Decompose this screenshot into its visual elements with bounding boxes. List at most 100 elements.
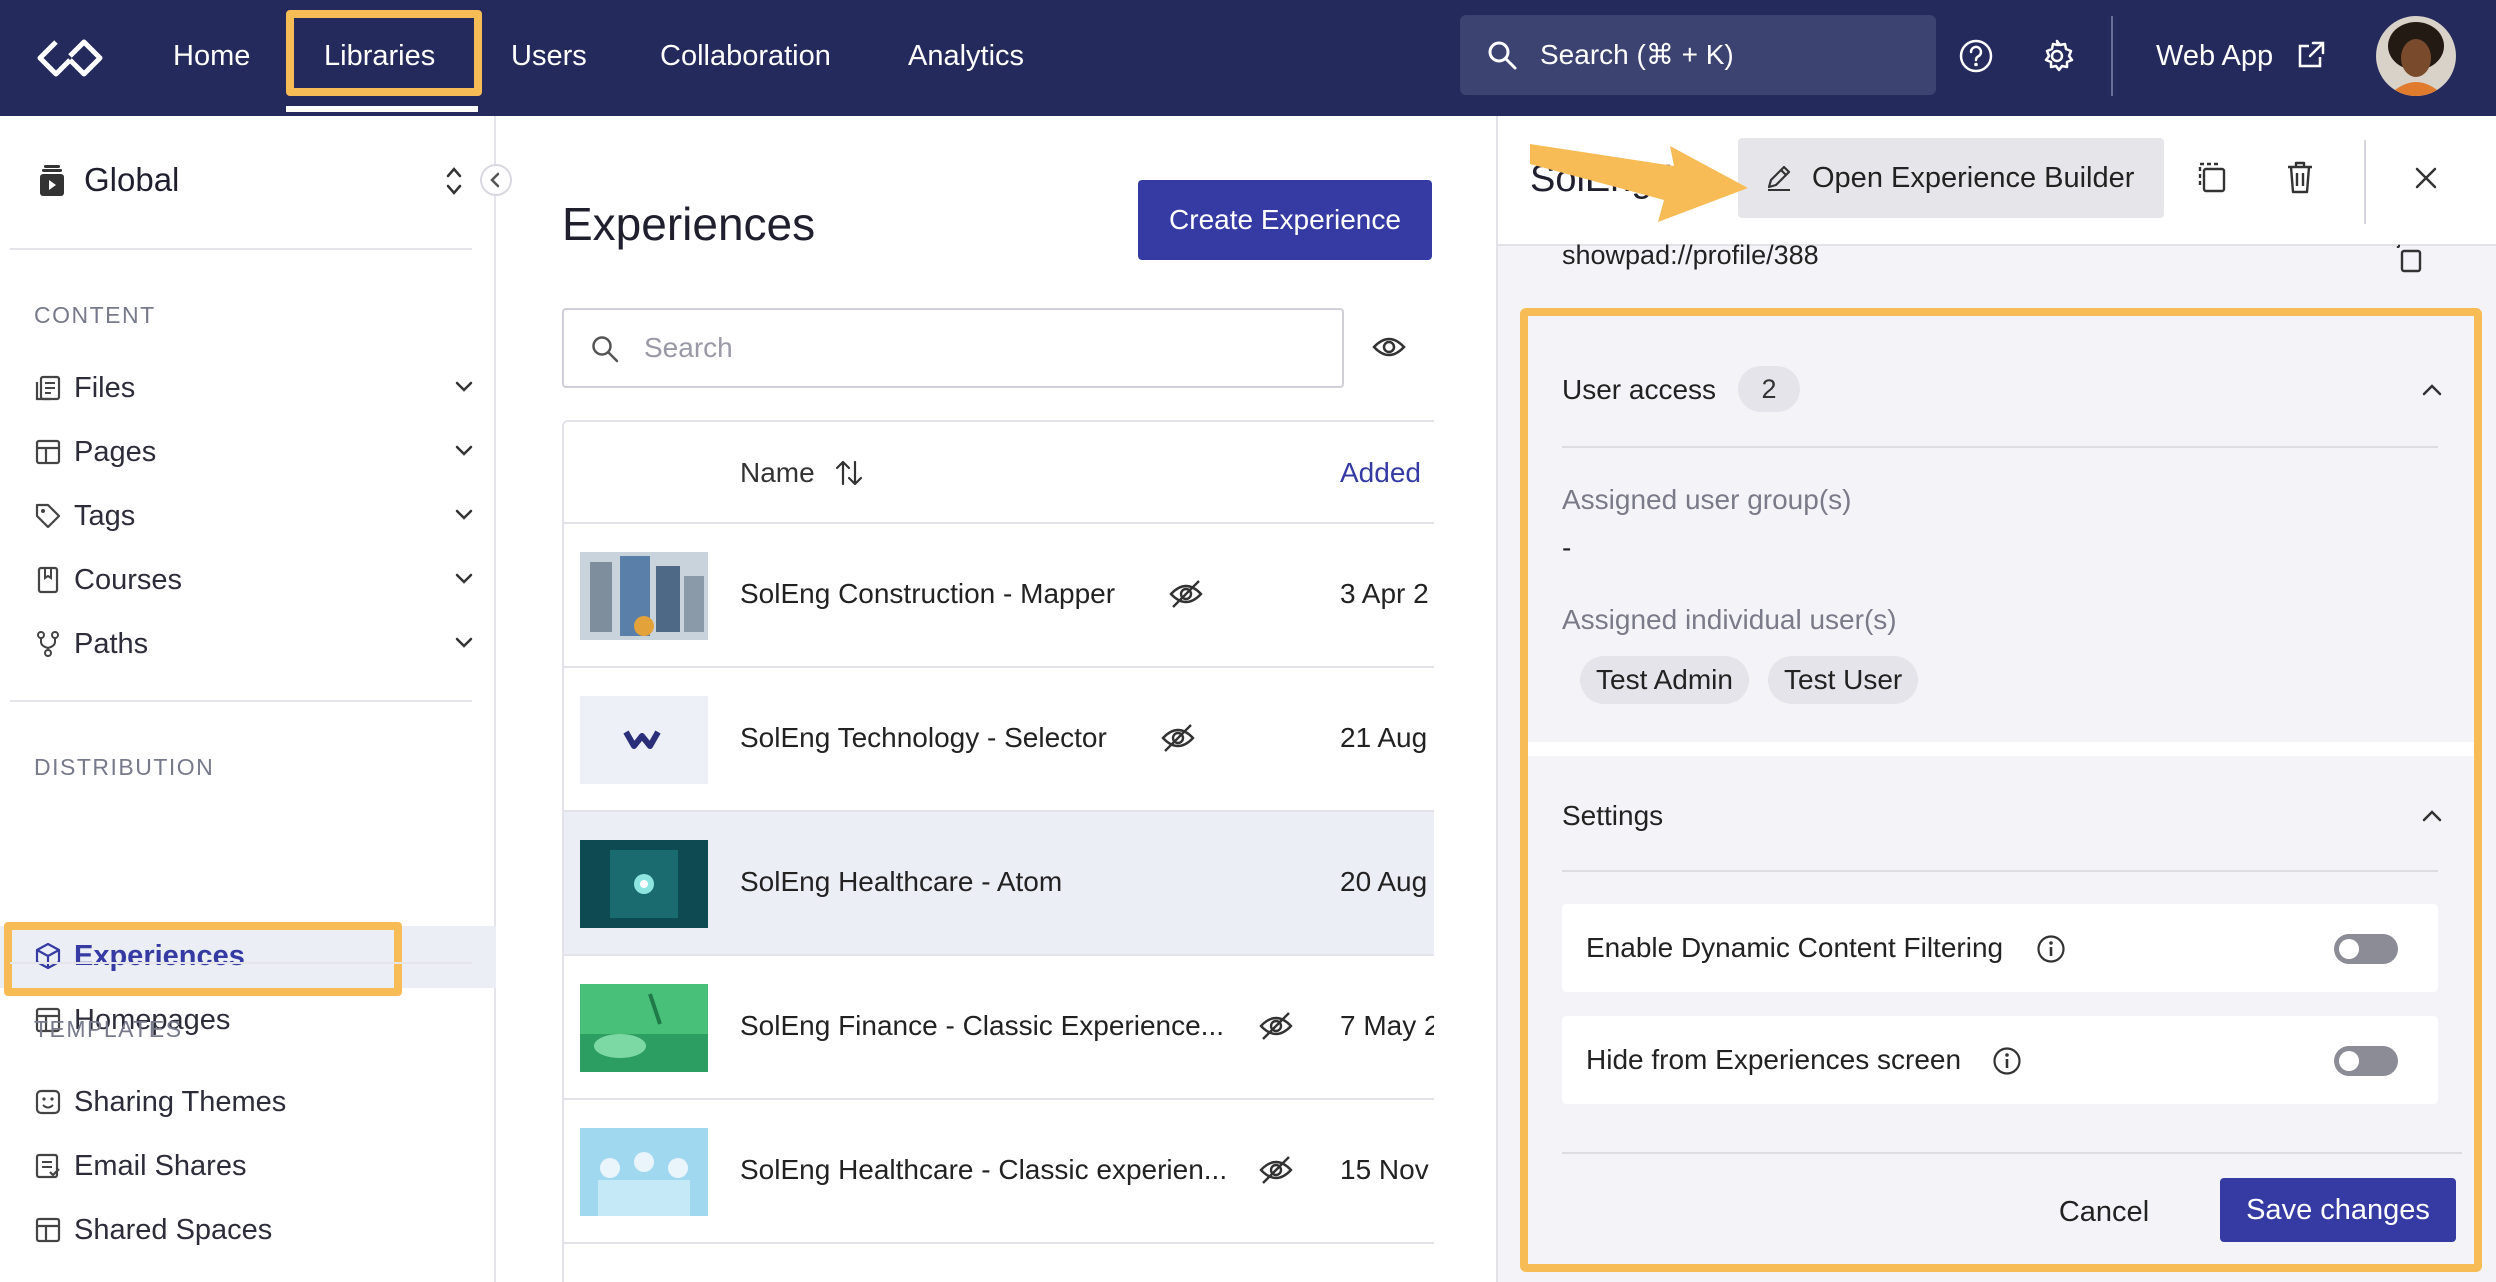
chevron-down-icon[interactable] [454,508,474,522]
sidebar-item-label: Pages [74,436,157,468]
thumbnail-image [580,696,708,784]
duplicate-icon[interactable] [2196,160,2228,194]
web-app-link[interactable]: Web App [2156,0,2273,112]
nav-home[interactable]: Home [173,0,250,112]
chevron-up-icon[interactable] [2420,808,2444,824]
collapse-sidebar-button[interactable] [480,164,512,196]
pencil-icon [1764,162,1794,192]
sort-icon[interactable] [834,458,864,488]
eye-off-icon [1258,1010,1294,1042]
sidebar-item-label: Files [74,372,136,404]
table-row[interactable]: SolEng Finance - Classic Experience... 7… [564,956,1434,1100]
nav-analytics[interactable]: Analytics [908,0,1024,112]
external-link-icon[interactable] [2296,40,2326,70]
sidebar-item-sharing-themes[interactable]: Sharing Themes [34,1080,474,1124]
layout-icon [34,1216,62,1244]
sidebar-item-tags[interactable]: Tags [34,494,474,538]
user-access-title[interactable]: User access [1562,374,1716,406]
files-icon [34,374,62,402]
sidebar-item-label: Email Shares [74,1150,247,1182]
chevron-down-icon[interactable] [454,636,474,650]
sidebar-item-courses[interactable]: Courses [34,558,474,602]
settings-title[interactable]: Settings [1562,800,1663,832]
global-search-button[interactable]: Search (⌘ + K) [1460,15,1936,95]
search-input[interactable] [644,310,1324,386]
section-header-distribution: DISTRIBUTION [34,754,215,780]
chevron-down-icon[interactable] [454,380,474,394]
open-experience-builder-button[interactable]: Open Experience Builder [1738,138,2164,218]
info-icon[interactable] [1992,1046,2022,1076]
nav-users[interactable]: Users [511,0,587,112]
added-date: 20 Aug [1340,866,1428,897]
table-row[interactable]: SolEng Construction - Mapper 3 Apr 2 [564,524,1434,668]
table-header: Name Added [564,422,1434,524]
divider [1562,1152,2462,1154]
table-row[interactable]: SolEng Technology - Selector 21 Aug [564,668,1434,812]
setting-hide-from-experiences: Hide from Experiences screen [1562,1016,2438,1104]
setting-dynamic-content-filtering: Enable Dynamic Content Filtering [1562,904,2438,992]
column-header-name[interactable]: Name [740,456,815,490]
added-date: 21 Aug [1340,722,1428,753]
divider [10,962,472,964]
highlight-box [1520,308,2482,1272]
sidebar-item-shared-spaces[interactable]: Shared Spaces [34,1208,474,1252]
chevron-up-icon[interactable] [2420,382,2444,398]
search-field [562,308,1344,388]
nav-libraries[interactable]: Libraries [324,0,435,112]
experience-name: SolEng Technology - Selector [740,722,1107,753]
eye-icon[interactable] [1372,332,1406,362]
eye-off-icon [1258,1154,1294,1186]
experience-name: SolEng Healthcare - Atom [740,866,1063,897]
help-icon[interactable] [1958,38,1994,74]
experience-name: SolEng Construction - Mapper [740,578,1116,609]
create-experience-button[interactable]: Create Experience [1138,180,1432,260]
trash-icon[interactable] [2286,160,2314,194]
sidebar-item-label: Shared Spaces [74,1214,273,1246]
column-header-added[interactable]: Added [1340,456,1421,490]
sidebar-item-label: Sharing Themes [74,1086,287,1118]
sidebar-item-pages[interactable]: Pages [34,430,474,474]
save-changes-button[interactable]: Save changes [2220,1178,2456,1242]
divider [10,248,472,250]
scope-selector-label[interactable]: Global [84,160,179,200]
chevron-down-icon[interactable] [454,444,474,458]
added-date: 7 May 2 [1340,1010,1434,1041]
open-experience-builder-label: Open Experience Builder [1812,162,2135,194]
chevron-up-down-icon[interactable] [444,164,464,198]
annotation-arrow [1524,126,1754,236]
assigned-user-groups-label: Assigned user group(s) [1562,484,1852,515]
gear-icon[interactable] [2038,37,2076,75]
close-icon[interactable] [2414,166,2438,190]
logo-icon[interactable] [36,34,104,78]
copy-icon[interactable] [2394,242,2424,274]
user-chip: Test User [1768,656,1919,704]
table-row[interactable]: SolEng Healthcare - Classic experien... … [564,1100,1434,1244]
user-chip: Test Admin [1580,656,1749,704]
setting-label: Hide from Experiences screen [1586,1044,1962,1075]
tag-icon [34,502,62,530]
experiences-highlight-box [4,922,402,996]
book-icon [34,566,62,594]
divider [2364,140,2366,224]
assigned-user-groups-value: - [1562,532,1572,563]
top-navigation-bar: Home Libraries Users Collaboration Analy… [0,0,2496,116]
avatar[interactable] [2376,16,2456,96]
thumbnail-image [580,552,708,640]
search-icon [1486,39,1518,71]
cancel-button[interactable]: Cancel [2034,1180,2174,1244]
table-row-selected[interactable]: SolEng Healthcare - Atom 20 Aug [564,812,1434,956]
sidebar: Global CONTENT Files Pages Tags Courses … [0,116,512,1282]
experiences-table: Name Added SolEng Construction - Mapper … [562,420,1434,1282]
sidebar-item-label: Courses [74,564,182,596]
nav-collaboration[interactable]: Collaboration [660,0,831,112]
toggle-switch[interactable] [2334,1046,2398,1076]
chevron-down-icon[interactable] [454,572,474,586]
section-separator [1528,742,2474,756]
sidebar-item-files[interactable]: Files [34,366,474,410]
sidebar-item-paths[interactable]: Paths [34,622,474,666]
experiences-list-area: Experiences Create Experience Name Added… [498,116,1496,1282]
toggle-switch[interactable] [2334,934,2398,964]
pages-icon [34,438,62,466]
sidebar-item-email-shares[interactable]: Email Shares [34,1144,474,1188]
info-icon[interactable] [2036,934,2066,964]
